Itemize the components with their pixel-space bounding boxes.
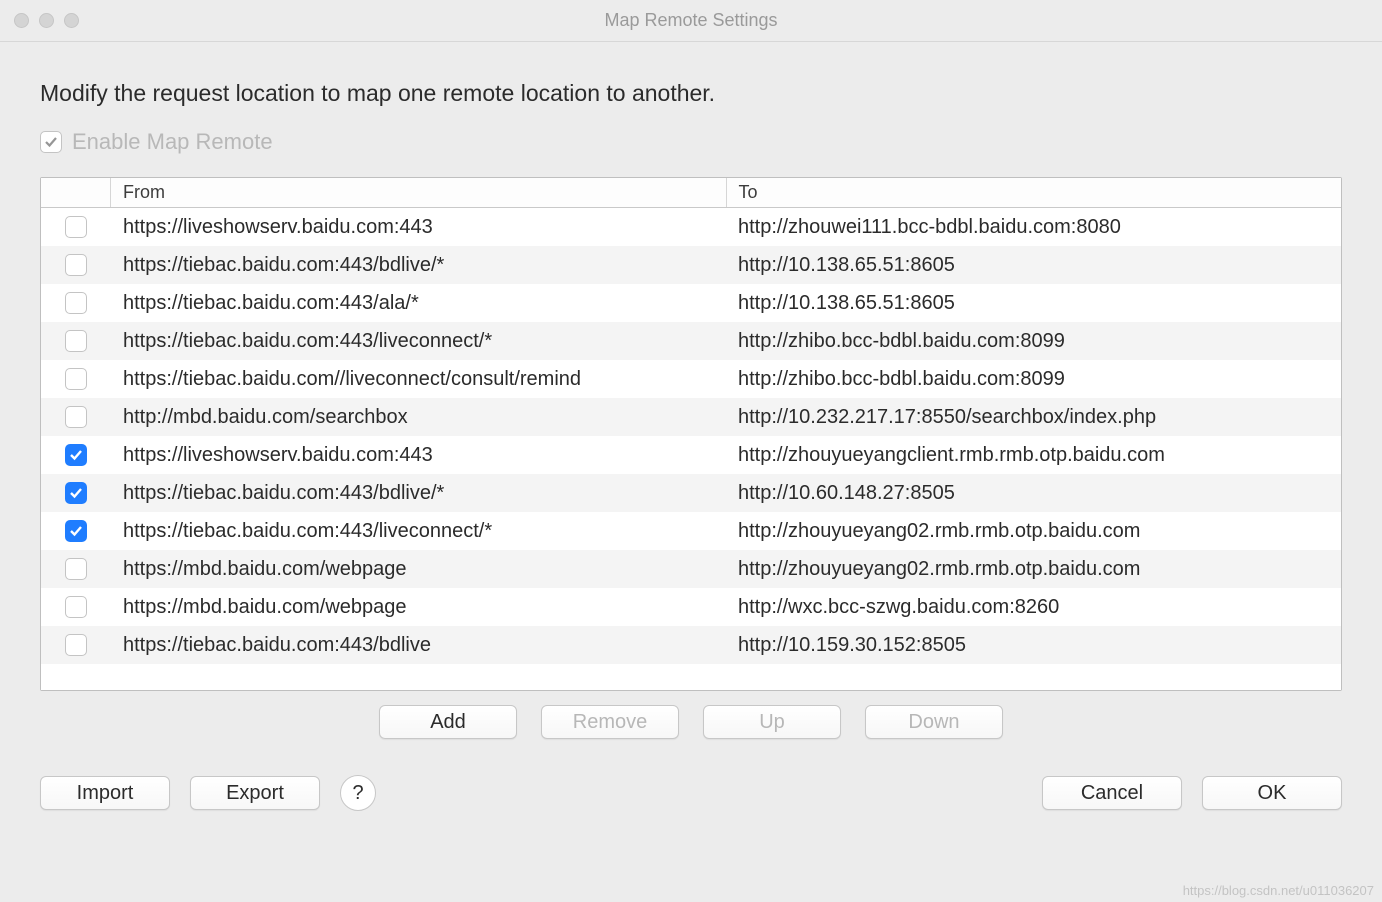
traffic-lights <box>14 13 79 28</box>
row-checkbox-cell <box>41 330 111 352</box>
row-checkbox-cell <box>41 444 111 466</box>
enable-map-remote-row: Enable Map Remote <box>40 129 1342 155</box>
row-to: http://wxc.bcc-szwg.baidu.com:8260 <box>726 596 1341 619</box>
row-to: http://zhouyueyang02.rmb.rmb.otp.baidu.c… <box>726 558 1341 581</box>
row-checkbox-cell <box>41 254 111 276</box>
table-row[interactable]: https://liveshowserv.baidu.com:443http:/… <box>41 208 1341 246</box>
table-row[interactable]: https://liveshowserv.baidu.com:443http:/… <box>41 436 1341 474</box>
cancel-button[interactable]: Cancel <box>1042 776 1182 810</box>
row-from: https://tiebac.baidu.com:443/ala/* <box>111 292 726 315</box>
up-button[interactable]: Up <box>703 705 841 739</box>
close-window-icon[interactable] <box>14 13 29 28</box>
row-from: https://tiebac.baidu.com:443/liveconnect… <box>111 520 726 543</box>
row-from: http://mbd.baidu.com/searchbox <box>111 406 726 429</box>
row-from: https://tiebac.baidu.com//liveconnect/co… <box>111 368 726 391</box>
row-from: https://tiebac.baidu.com:443/bdlive/* <box>111 482 726 505</box>
table-row[interactable]: https://tiebac.baidu.com:443/bdlive/*htt… <box>41 474 1341 512</box>
row-to: http://10.138.65.51:8605 <box>726 292 1341 315</box>
row-from: https://tiebac.baidu.com:443/bdlive/* <box>111 254 726 277</box>
row-checkbox-cell <box>41 558 111 580</box>
row-from: https://liveshowserv.baidu.com:443 <box>111 444 726 467</box>
ok-button[interactable]: OK <box>1202 776 1342 810</box>
remove-button[interactable]: Remove <box>541 705 679 739</box>
row-checkbox-cell <box>41 292 111 314</box>
row-to: http://zhibo.bcc-bdbl.baidu.com:8099 <box>726 330 1341 353</box>
row-checkbox[interactable] <box>65 254 87 276</box>
mappings-table: From To https://liveshowserv.baidu.com:4… <box>40 177 1342 691</box>
row-checkbox[interactable] <box>65 368 87 390</box>
enable-map-remote-label: Enable Map Remote <box>72 129 273 155</box>
table-actions: Add Remove Up Down <box>40 705 1342 739</box>
row-checkbox[interactable] <box>65 634 87 656</box>
row-checkbox[interactable] <box>65 406 87 428</box>
row-from: https://mbd.baidu.com/webpage <box>111 558 726 581</box>
row-checkbox[interactable] <box>65 596 87 618</box>
dialog-footer: Import Export ? Cancel OK <box>0 775 1382 811</box>
table-row[interactable]: https://tiebac.baidu.com:443/ala/*http:/… <box>41 284 1341 322</box>
row-to: http://zhibo.bcc-bdbl.baidu.com:8099 <box>726 368 1341 391</box>
dialog-content: Modify the request location to map one r… <box>0 42 1382 739</box>
table-row[interactable]: https://tiebac.baidu.com:443/bdlivehttp:… <box>41 626 1341 664</box>
row-checkbox-cell <box>41 482 111 504</box>
zoom-window-icon[interactable] <box>64 13 79 28</box>
check-icon <box>69 524 83 538</box>
down-button[interactable]: Down <box>865 705 1003 739</box>
row-to: http://10.138.65.51:8605 <box>726 254 1341 277</box>
row-checkbox[interactable] <box>65 330 87 352</box>
check-icon <box>69 486 83 500</box>
header-to[interactable]: To <box>727 178 1342 207</box>
footer-right: Cancel OK <box>1042 776 1342 810</box>
titlebar: Map Remote Settings <box>0 0 1382 42</box>
row-checkbox[interactable] <box>65 482 87 504</box>
window-title: Map Remote Settings <box>0 10 1382 31</box>
row-from: https://liveshowserv.baidu.com:443 <box>111 216 726 239</box>
row-checkbox[interactable] <box>65 216 87 238</box>
check-icon <box>44 135 58 149</box>
enable-map-remote-checkbox[interactable] <box>40 131 62 153</box>
row-checkbox-cell <box>41 216 111 238</box>
row-to: http://10.159.30.152:8505 <box>726 634 1341 657</box>
row-checkbox-cell <box>41 406 111 428</box>
row-checkbox[interactable] <box>65 558 87 580</box>
add-button[interactable]: Add <box>379 705 517 739</box>
footer-left: Import Export ? <box>40 775 376 811</box>
table-row[interactable]: https://tiebac.baidu.com:443/bdlive/*htt… <box>41 246 1341 284</box>
row-to: http://10.60.148.27:8505 <box>726 482 1341 505</box>
row-checkbox-cell <box>41 634 111 656</box>
table-row[interactable]: http://mbd.baidu.com/searchboxhttp://10.… <box>41 398 1341 436</box>
row-checkbox-cell <box>41 520 111 542</box>
row-to: http://zhouyueyang02.rmb.rmb.otp.baidu.c… <box>726 520 1341 543</box>
header-from[interactable]: From <box>111 178 727 207</box>
table-row[interactable]: https://tiebac.baidu.com//liveconnect/co… <box>41 360 1341 398</box>
minimize-window-icon[interactable] <box>39 13 54 28</box>
header-checkbox-col <box>41 178 111 207</box>
row-checkbox[interactable] <box>65 292 87 314</box>
row-checkbox[interactable] <box>65 444 87 466</box>
row-from: https://tiebac.baidu.com:443/bdlive <box>111 634 726 657</box>
table-row[interactable]: https://tiebac.baidu.com:443/liveconnect… <box>41 512 1341 550</box>
table-body: https://liveshowserv.baidu.com:443http:/… <box>41 208 1341 690</box>
row-from: https://tiebac.baidu.com:443/liveconnect… <box>111 330 726 353</box>
row-to: http://zhouwei111.bcc-bdbl.baidu.com:808… <box>726 216 1341 239</box>
export-button[interactable]: Export <box>190 776 320 810</box>
table-header: From To <box>41 178 1341 208</box>
check-icon <box>69 448 83 462</box>
table-row[interactable]: https://tiebac.baidu.com:443/liveconnect… <box>41 322 1341 360</box>
row-checkbox-cell <box>41 596 111 618</box>
watermark-text: https://blog.csdn.net/u011036207 <box>1183 883 1374 898</box>
table-row[interactable]: https://mbd.baidu.com/webpagehttp://zhou… <box>41 550 1341 588</box>
import-button[interactable]: Import <box>40 776 170 810</box>
row-to: http://10.232.217.17:8550/searchbox/inde… <box>726 406 1341 429</box>
description-text: Modify the request location to map one r… <box>40 80 1342 107</box>
row-from: https://mbd.baidu.com/webpage <box>111 596 726 619</box>
row-to: http://zhouyueyangclient.rmb.rmb.otp.bai… <box>726 444 1341 467</box>
row-checkbox[interactable] <box>65 520 87 542</box>
table-row[interactable]: https://mbd.baidu.com/webpagehttp://wxc.… <box>41 588 1341 626</box>
help-button[interactable]: ? <box>340 775 376 811</box>
row-checkbox-cell <box>41 368 111 390</box>
